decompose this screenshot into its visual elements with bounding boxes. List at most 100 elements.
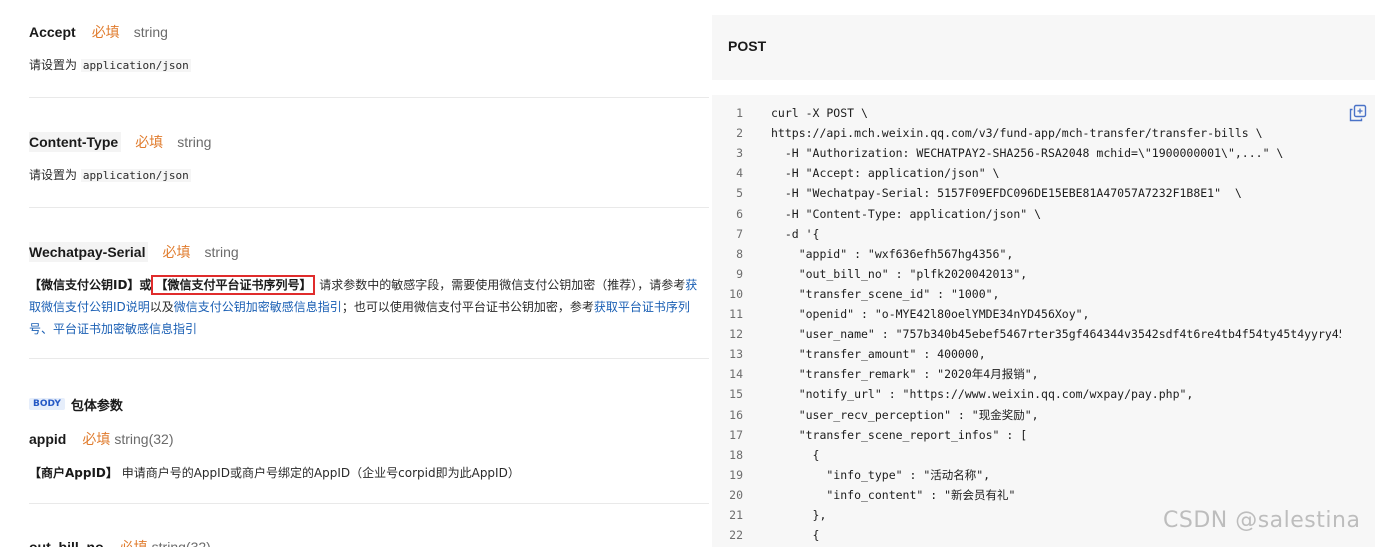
line-number: 21 bbox=[729, 508, 743, 522]
code-line: 5 -H "Wechatpay-Serial: 5157F09EFDC096DE… bbox=[712, 183, 1375, 203]
line-number: 16 bbox=[729, 407, 743, 422]
highlighted-term: 【微信支付平台证书序列号】 bbox=[151, 275, 316, 295]
desc-strong: 【商户AppID】 bbox=[29, 466, 118, 480]
line-number: 13 bbox=[729, 347, 743, 362]
code-text: -H "Content-Type: application/json" \ bbox=[771, 206, 1042, 221]
param-accept: Accept 必填 string 请设置为 application/json bbox=[29, 21, 709, 77]
line-number: 17 bbox=[729, 427, 743, 442]
code-text: curl -X POST \ bbox=[771, 106, 868, 120]
line-number: 12 bbox=[729, 327, 743, 342]
code-text: https://api.mch.weixin.qq.com/v3/fund-ap… bbox=[771, 126, 1263, 141]
code-line: 15 "notify_url" : "https://www.weixin.qq… bbox=[712, 384, 1375, 404]
section-title-text: 包体参数 bbox=[70, 398, 123, 414]
required-label: 必填 bbox=[120, 537, 148, 547]
required-label: 必填 bbox=[135, 135, 164, 151]
param-content-type: Content-Type 必填 string 请设置为 application/… bbox=[29, 131, 709, 187]
code-line: 3 -H "Authorization: WECHATPAY2-SHA256-R… bbox=[712, 143, 1375, 163]
param-desc: 【微信支付公钥ID】或 【微信支付平台证书序列号】 请求参数中的敏感字段，需要使用… bbox=[29, 274, 709, 340]
copy-icon[interactable] bbox=[1349, 104, 1367, 122]
watermark: CSDN @salestina bbox=[1163, 508, 1361, 533]
code-text: "notify_url" : "https://www.weixin.qq.co… bbox=[771, 387, 1194, 402]
code-text: "user_recv_perception" : "现金奖励", bbox=[771, 407, 1039, 422]
code-text: "info_type" : "活动名称", bbox=[771, 467, 991, 482]
line-number: 14 bbox=[729, 367, 743, 382]
param-doc-panel: Accept 必填 string 请设置为 application/json C… bbox=[0, 0, 712, 547]
line-number: 11 bbox=[729, 307, 743, 321]
param-type: string bbox=[177, 134, 212, 150]
line-number: 15 bbox=[729, 387, 743, 402]
code-line: 19 "info_type" : "活动名称", bbox=[712, 465, 1375, 485]
desc-separator: 、 bbox=[41, 322, 54, 336]
line-number: 22 bbox=[729, 528, 743, 543]
line-number: 9 bbox=[736, 266, 743, 281]
code-line: 9 "out_bill_no" : "plfk2020042013", bbox=[712, 264, 1375, 284]
required-label: 必填 bbox=[162, 245, 191, 261]
method-bar: POST bbox=[712, 15, 1375, 80]
param-type: string(32) bbox=[114, 431, 174, 447]
code-line: 17 "transfer_scene_report_infos" : [ bbox=[712, 425, 1375, 445]
desc-text: ；也可以使用微信支付平台证书公钥加密，参考 bbox=[341, 300, 594, 314]
param-out-bill-no: out_bill_no 必填 string(32) bbox=[29, 536, 709, 547]
http-method: POST bbox=[728, 38, 767, 54]
code-text: -H "Accept: application/json" \ bbox=[771, 166, 1000, 181]
code-block[interactable]: 1 curl -X POST \ 2 https://api.mch.weixin.q… bbox=[712, 95, 1375, 547]
desc-text: 请求参数中的敏感字段，需要使用微信支付公钥加密（推荐），请参考 bbox=[319, 278, 686, 292]
code-line: 13 "transfer_amount" : 400000, bbox=[712, 344, 1375, 364]
code-text: "out_bill_no" : "plfk2020042013", bbox=[771, 266, 1028, 281]
param-name: Content-Type bbox=[29, 132, 122, 152]
code-line: 20 "info_content" : "新会员有礼" bbox=[712, 485, 1375, 505]
desc-code: application/json bbox=[80, 169, 191, 182]
link-pubkey-encrypt-guide[interactable]: 微信支付公钥加密敏感信息指引 bbox=[174, 300, 342, 314]
line-number: 8 bbox=[736, 246, 743, 261]
desc-text: 以及 bbox=[149, 300, 174, 314]
param-wechatpay-serial: Wechatpay-Serial 必填 string 【微信支付公钥ID】或 【微… bbox=[29, 241, 709, 340]
line-number: 10 bbox=[729, 286, 743, 301]
desc-text: 申请商户号的AppID或商户号绑定的AppID（企业号corpid即为此AppI… bbox=[117, 466, 520, 480]
code-line: 7 -d '{ bbox=[712, 224, 1375, 244]
body-params-title: BODY 包体参数 bbox=[29, 395, 123, 414]
param-name: appid bbox=[29, 431, 67, 447]
line-number: 20 bbox=[729, 487, 743, 502]
code-line: 4 -H "Accept: application/json" \ bbox=[712, 163, 1375, 183]
divider bbox=[29, 503, 709, 504]
line-number: 4 bbox=[736, 166, 743, 181]
line-number: 2 bbox=[736, 126, 743, 141]
param-appid: appid 必填 string(32) 【商户AppID】 申请商户号的AppI… bbox=[29, 428, 709, 484]
param-name: Accept bbox=[29, 24, 76, 40]
param-name: Wechatpay-Serial bbox=[29, 242, 149, 262]
code-line: 8 "appid" : "wxf636efh567hg4356", bbox=[712, 244, 1375, 264]
desc-strong: 【微信支付公钥ID】或 bbox=[29, 278, 152, 292]
desc-code: application/json bbox=[80, 59, 191, 72]
param-type: string bbox=[133, 24, 168, 40]
line-number: 1 bbox=[736, 106, 743, 120]
required-label: 必填 bbox=[91, 25, 120, 41]
code-text: "transfer_amount" : 400000, bbox=[771, 347, 986, 362]
param-name: out_bill_no bbox=[29, 539, 104, 547]
line-number: 18 bbox=[729, 447, 743, 462]
code-line: 10 "transfer_scene_id" : "1000", bbox=[712, 284, 1375, 304]
param-desc: 请设置为 application/json bbox=[29, 54, 709, 77]
code-line: 12 "user_name" : "757b340b45ebef5467rter… bbox=[712, 324, 1375, 344]
code-example-panel: POST 1 curl -X POST \ 2 https://api.mch.wei… bbox=[712, 0, 1375, 547]
code-line: 18 { bbox=[712, 445, 1375, 465]
code-text: -d '{ bbox=[771, 226, 820, 241]
link-platform-cert-encrypt-guide[interactable]: 平台证书加密敏感信息指引 bbox=[53, 322, 197, 336]
code-text: { bbox=[771, 447, 820, 462]
code-line: 2 https://api.mch.weixin.qq.com/v3/fund-a… bbox=[712, 123, 1375, 143]
code-text: "info_content" : "新会员有礼" bbox=[771, 487, 1016, 502]
code-text: -H "Authorization: WECHATPAY2-SHA256-RSA… bbox=[771, 146, 1284, 161]
body-tag: BODY bbox=[29, 398, 65, 410]
divider bbox=[29, 358, 709, 359]
param-desc: 请设置为 application/json bbox=[29, 164, 709, 187]
code-line: 16 "user_recv_perception" : "现金奖励", bbox=[712, 405, 1375, 425]
code-text: "transfer_scene_report_infos" : [ bbox=[771, 427, 1028, 442]
line-number: 3 bbox=[736, 146, 743, 161]
line-number: 7 bbox=[736, 226, 743, 241]
line-number: 6 bbox=[736, 206, 743, 221]
code-line: 14 "transfer_remark" : "2020年4月报销", bbox=[712, 364, 1375, 384]
code-text: "transfer_remark" : "2020年4月报销", bbox=[771, 367, 1039, 382]
line-number: 19 bbox=[729, 467, 743, 482]
param-type: string(32) bbox=[151, 539, 211, 547]
code-text: "user_name" : "757b340b45ebef5467rter35g… bbox=[771, 327, 1341, 342]
code-text: "transfer_scene_id" : "1000", bbox=[771, 286, 1000, 301]
